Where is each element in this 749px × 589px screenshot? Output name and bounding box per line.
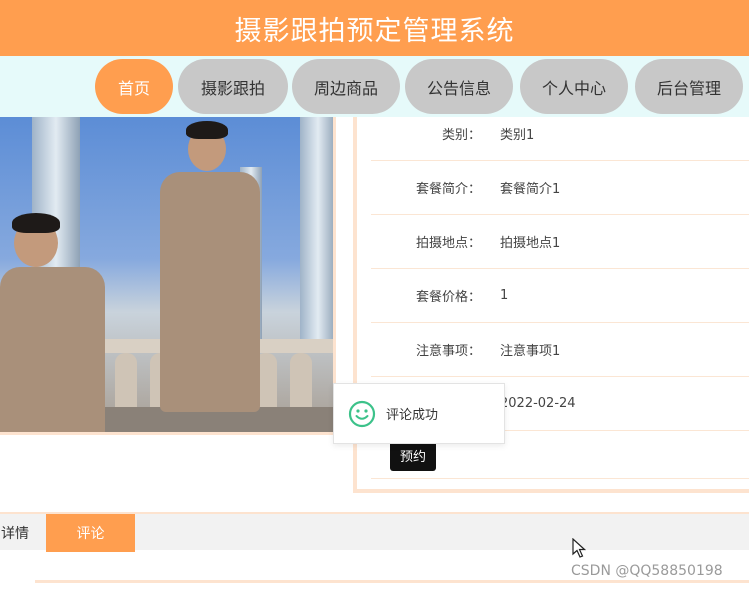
nav-products[interactable]: 周边商品 — [292, 59, 400, 114]
detail-row-category: 类别： 类别1 — [371, 107, 749, 161]
detail-value: 套餐简介1 — [500, 182, 561, 197]
mouse-cursor-icon — [572, 538, 586, 558]
tab-comments[interactable]: 评论 — [46, 514, 135, 552]
detail-label: 套餐简介： — [415, 182, 481, 197]
detail-tabs: 详情 评论 — [0, 512, 749, 552]
nav-home[interactable]: 首页 — [95, 59, 173, 114]
site-title: 摄影跟拍预定管理系统 — [234, 15, 515, 47]
detail-row-location: 拍摄地点： 拍摄地点1 — [371, 215, 749, 269]
detail-label: 类别： — [441, 128, 481, 143]
detail-row-notes: 注意事项： 注意事项1 — [371, 323, 749, 377]
site-header: 摄影跟拍预定管理系统 — [0, 0, 749, 56]
nav-personal-center[interactable]: 个人中心 — [520, 59, 628, 114]
detail-label: 注意事项： — [415, 344, 481, 359]
detail-value: 注意事项1 — [500, 344, 561, 359]
nav-announcements[interactable]: 公告信息 — [405, 59, 513, 114]
detail-value: 1 — [500, 288, 509, 303]
nav-photo-follow[interactable]: 摄影跟拍 — [178, 59, 288, 114]
detail-value: 拍摄地点1 — [500, 236, 561, 251]
detail-value: 类别1 — [500, 128, 535, 143]
detail-value: 2022-02-24 — [500, 396, 576, 411]
toast-message: 评论成功 — [333, 383, 505, 444]
watermark: CSDN @QQ58850198 — [571, 563, 723, 579]
content-divider — [35, 580, 749, 583]
toast-text: 评论成功 — [386, 408, 439, 423]
detail-label: 套餐价格： — [415, 290, 481, 305]
package-photo — [0, 117, 336, 435]
detail-row-price: 套餐价格： 1 — [371, 269, 749, 323]
detail-row-intro: 套餐简介： 套餐简介1 — [371, 161, 749, 215]
detail-label: 拍摄地点： — [415, 236, 481, 251]
smile-icon — [348, 400, 376, 427]
tab-details[interactable]: 详情 — [0, 514, 46, 552]
nav-admin[interactable]: 后台管理 — [635, 59, 743, 114]
